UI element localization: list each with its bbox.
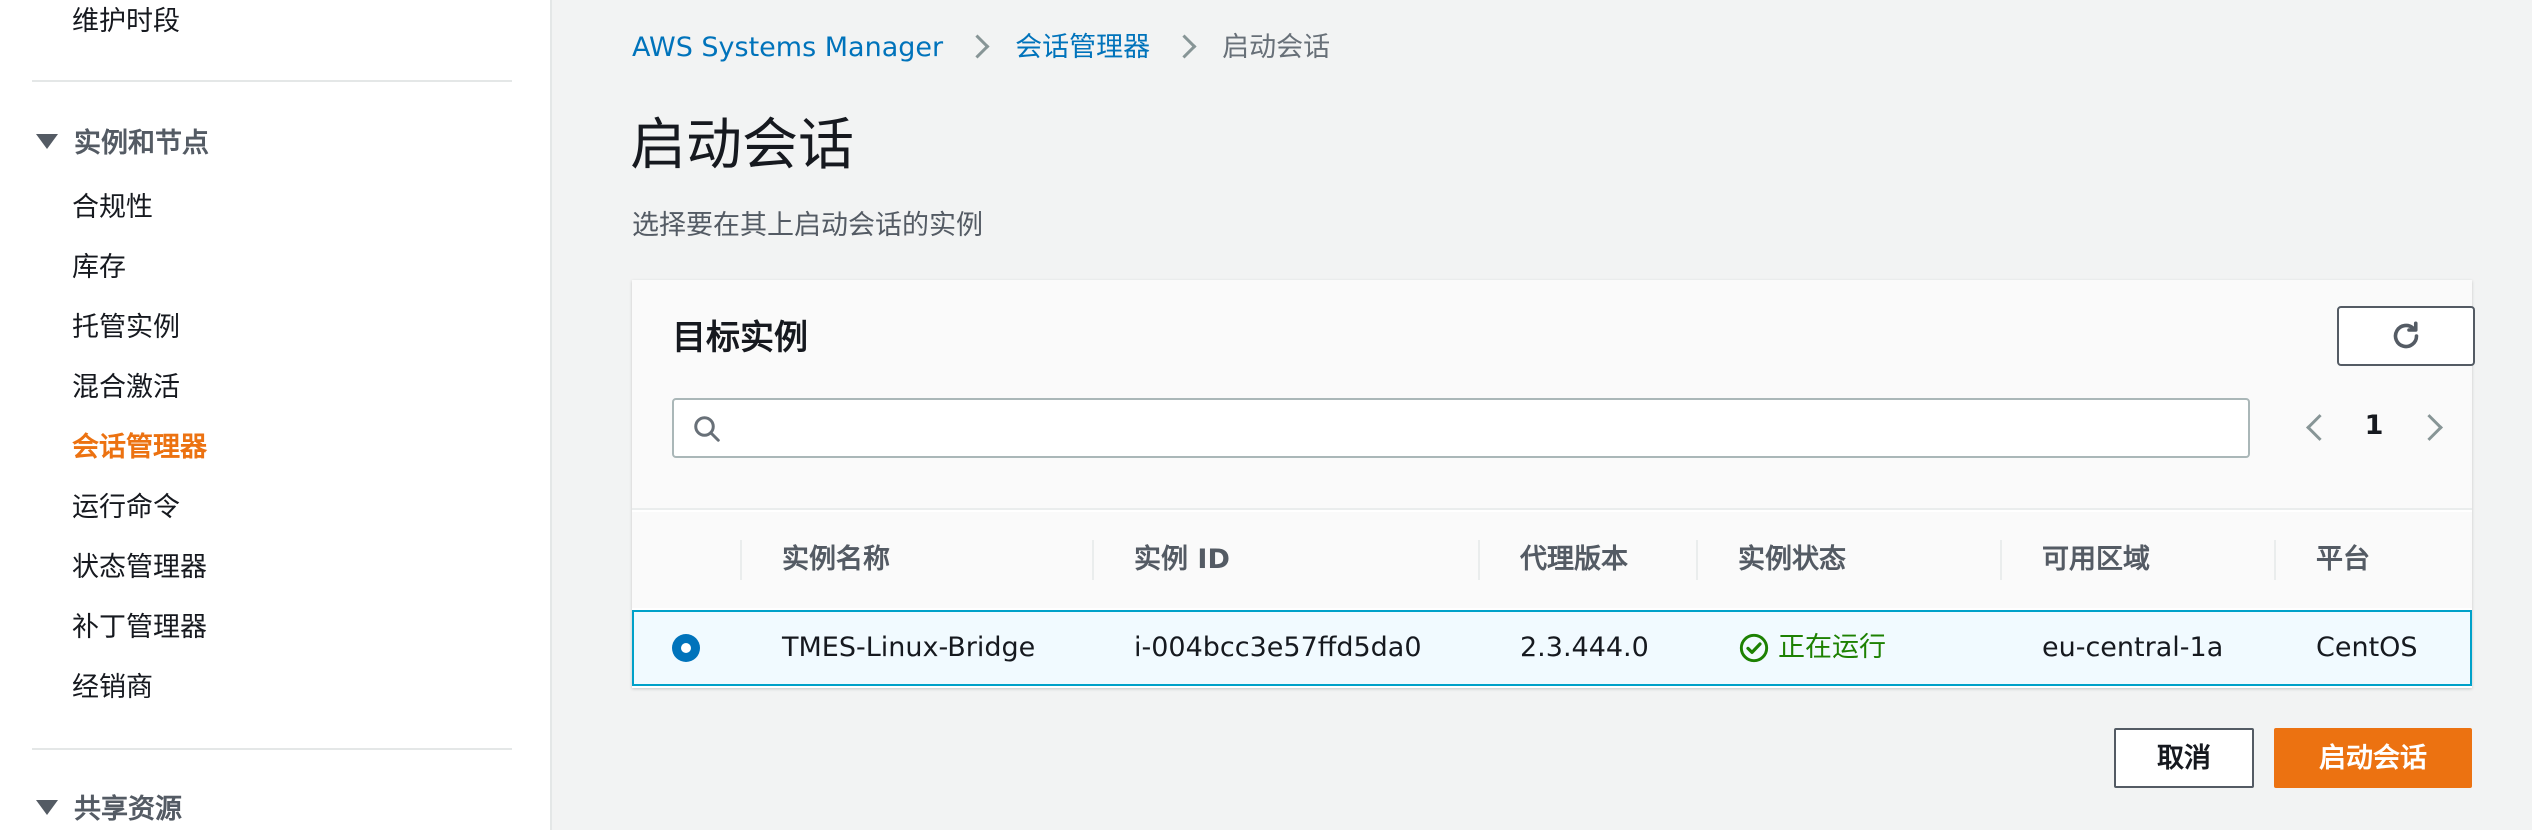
cell-instance-name: TMES-Linux-Bridge — [782, 632, 1036, 663]
column-divider — [740, 540, 742, 580]
sidebar-item-inventory[interactable]: 库存 — [72, 252, 126, 284]
sidebar-section-label: 实例和节点 — [74, 128, 209, 159]
sidebar-divider — [32, 748, 512, 750]
column-divider — [1478, 540, 1480, 580]
column-divider — [1092, 540, 1094, 580]
sidebar-item-run-command[interactable]: 运行命令 — [72, 492, 180, 524]
refresh-icon — [2393, 321, 2419, 349]
target-instances-panel: 目标实例 1 实例名称 实例 ID 代理版本 实例状态 可用区域 平台 TMES… — [632, 280, 2475, 688]
column-divider — [2000, 540, 2002, 580]
page-title: 启动会话 — [630, 113, 854, 178]
column-header-instance-name[interactable]: 实例名称 — [782, 512, 890, 608]
sidebar-divider — [32, 80, 512, 82]
search-field[interactable] — [672, 398, 2250, 458]
panel-header: 目标实例 1 — [632, 280, 2475, 510]
column-header-platform[interactable]: 平台 — [2316, 512, 2370, 608]
column-divider — [1696, 540, 1698, 580]
column-divider — [2274, 540, 2276, 580]
page-description: 选择要在其上启动会话的实例 — [632, 210, 983, 241]
search-input[interactable] — [738, 406, 2232, 452]
sidebar-item-session-manager[interactable]: 会话管理器 — [72, 432, 207, 464]
cell-instance-state: 正在运行 — [1738, 612, 1886, 684]
sidebar-item-managed-instances[interactable]: 托管实例 — [72, 312, 180, 344]
breadcrumb-link-systems-manager[interactable]: AWS Systems Manager — [632, 30, 943, 66]
cancel-button[interactable]: 取消 — [2114, 728, 2254, 788]
cell-instance-id: i-004bcc3e57ffd5da0 — [1134, 632, 1422, 663]
sidebar-section-instances[interactable]: 实例和节点 — [36, 128, 209, 160]
row-select-radio[interactable] — [672, 634, 700, 662]
table-row[interactable]: TMES-Linux-Bridge i-004bcc3e57ffd5da0 2.… — [632, 610, 2472, 686]
sidebar-item-compliance[interactable]: 合规性 — [72, 192, 153, 224]
sidebar: 维护时段 实例和节点 合规性 库存 托管实例 混合激活 会话管理器 运行命令 状… — [0, 0, 552, 830]
breadcrumb-chevron-icon — [1168, 30, 1204, 66]
breadcrumb-current: 启动会话 — [1222, 32, 1331, 63]
breadcrumb-link-session-manager[interactable]: 会话管理器 — [1015, 30, 1150, 66]
caret-down-icon — [36, 134, 58, 149]
column-header-availability-zone[interactable]: 可用区域 — [2042, 512, 2150, 608]
table-header: 实例名称 实例 ID 代理版本 实例状态 可用区域 平台 — [632, 512, 2472, 608]
breadcrumb: AWS Systems Manager 会话管理器 启动会话 — [632, 30, 1330, 66]
column-header-agent-version[interactable]: 代理版本 — [1520, 512, 1628, 608]
sidebar-item-hybrid-activations[interactable]: 混合激活 — [72, 372, 180, 404]
sidebar-section-label: 共享资源 — [74, 794, 182, 825]
status-label: 正在运行 — [1778, 632, 1886, 663]
sidebar-section-shared-resources[interactable]: 共享资源 — [36, 794, 182, 826]
search-icon — [694, 416, 720, 442]
breadcrumb-chevron-icon — [961, 30, 997, 66]
caret-down-icon — [36, 800, 58, 815]
start-session-button[interactable]: 启动会话 — [2274, 728, 2472, 788]
sidebar-item-state-manager[interactable]: 状态管理器 — [72, 552, 207, 584]
panel-title: 目标实例 — [672, 318, 808, 358]
sidebar-item-distributor[interactable]: 经销商 — [72, 672, 153, 704]
chevron-left-icon[interactable] — [2298, 410, 2334, 446]
sidebar-item-patch-manager[interactable]: 补丁管理器 — [72, 612, 207, 644]
cell-agent-version: 2.3.444.0 — [1520, 632, 1649, 663]
column-header-instance-state[interactable]: 实例状态 — [1738, 512, 1846, 608]
cell-platform: CentOS — [2316, 632, 2418, 663]
chevron-right-icon[interactable] — [2416, 410, 2452, 446]
check-circle-icon — [1739, 633, 1769, 663]
pagination-current-page[interactable]: 1 — [2354, 408, 2394, 444]
cell-availability-zone: eu-central-1a — [2042, 632, 2224, 663]
refresh-button[interactable] — [2337, 306, 2475, 366]
sidebar-item-maintenance-windows[interactable]: 维护时段 — [72, 6, 180, 38]
column-header-instance-id[interactable]: 实例 ID — [1134, 512, 1230, 608]
